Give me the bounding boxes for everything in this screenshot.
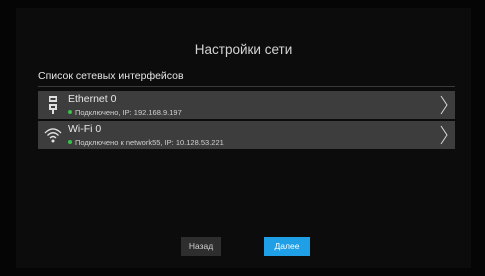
interface-status-text: Подключено, IP: 192.168.9.197	[75, 108, 182, 117]
interface-row-ethernet[interactable]: Ethernet 0 Подключено, IP: 192.168.9.197	[38, 91, 455, 119]
interface-status-text: Подключено к network55, IP: 10.128.53.22…	[75, 138, 224, 147]
chevron-right-icon	[440, 125, 448, 145]
network-settings-screen: Настройки сети Список сетевых интерфейсо…	[16, 8, 471, 268]
next-button[interactable]: Далее	[264, 237, 310, 256]
back-button[interactable]: Назад	[181, 237, 221, 256]
interface-status: Подключено к network55, IP: 10.128.53.22…	[68, 138, 224, 147]
page-title: Настройки сети	[194, 42, 293, 57]
interface-name: Wi-Fi 0	[68, 123, 102, 135]
section-divider	[38, 86, 455, 87]
status-connected-dot	[68, 140, 72, 144]
status-connected-dot	[68, 110, 72, 114]
chevron-right-icon	[440, 95, 448, 115]
ethernet-icon	[49, 96, 57, 114]
interface-status: Подключено, IP: 192.168.9.197	[68, 108, 182, 117]
section-label: Список сетевых интерфейсов	[38, 70, 184, 82]
interface-list: Ethernet 0 Подключено, IP: 192.168.9.197…	[38, 91, 455, 151]
interface-row-wifi[interactable]: Wi-Fi 0 Подключено к network55, IP: 10.1…	[38, 121, 455, 149]
interface-name: Ethernet 0	[68, 93, 117, 105]
wifi-icon	[44, 128, 62, 143]
